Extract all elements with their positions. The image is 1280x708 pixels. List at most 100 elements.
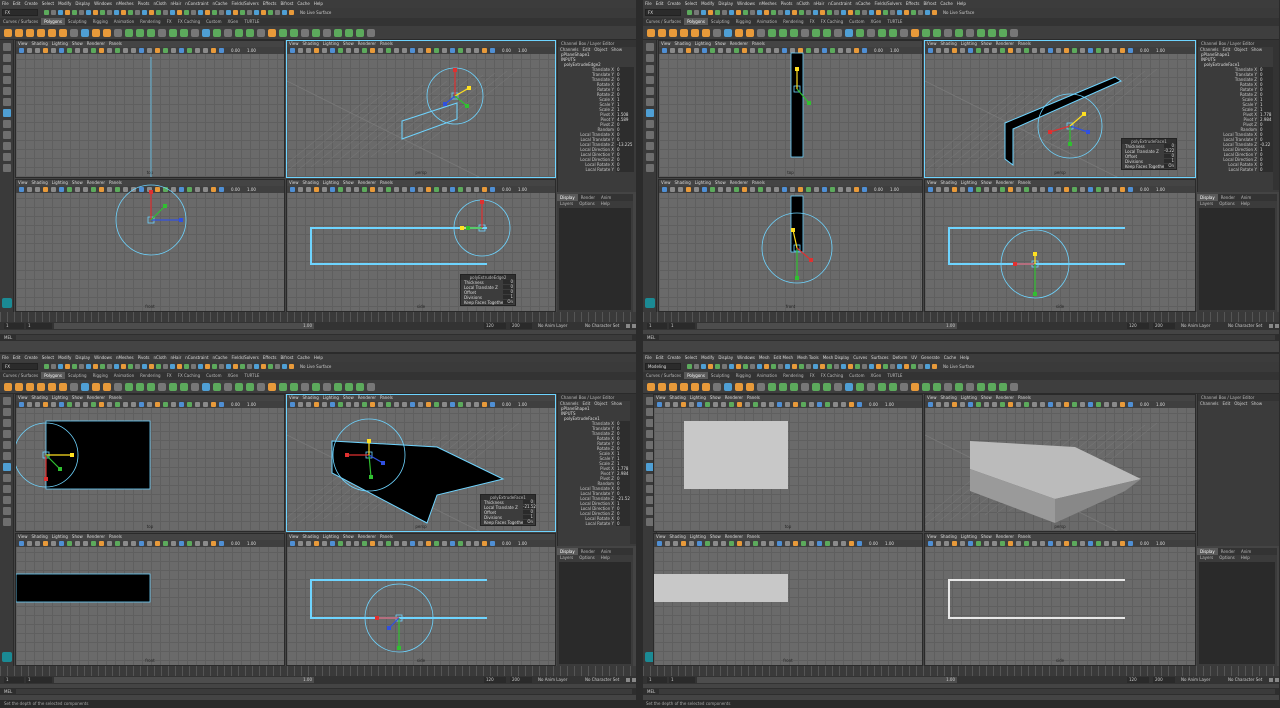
menu-item[interactable]: Modify: [56, 0, 73, 7]
menu-item[interactable]: nHair: [812, 0, 827, 7]
status-line-icon[interactable]: [799, 10, 804, 15]
tool-icon[interactable]: [645, 76, 654, 84]
time-slider[interactable]: [0, 312, 636, 322]
channel-box-menu-item[interactable]: Show: [609, 401, 624, 406]
status-line-icon[interactable]: [156, 364, 161, 369]
layer-tab[interactable]: Display: [1197, 194, 1218, 201]
tool-icon[interactable]: [645, 164, 654, 172]
status-line-icon[interactable]: [764, 364, 769, 369]
tool-icon[interactable]: [2, 496, 11, 504]
status-line-icon[interactable]: [219, 364, 224, 369]
layer-menu-item[interactable]: Options: [576, 555, 597, 561]
playback-button-icon[interactable]: [626, 678, 630, 682]
shelf-tool-icon[interactable]: [356, 383, 364, 391]
in-view-editor-value[interactable]: On: [503, 300, 513, 304]
menu-item[interactable]: Effects: [261, 354, 279, 361]
start-frame-field[interactable]: 1: [647, 323, 667, 329]
menu-item[interactable]: Fields/Solvers: [230, 354, 261, 361]
status-line-icon[interactable]: [722, 10, 727, 15]
channel-box-menu-item[interactable]: Show: [609, 47, 624, 52]
menu-item[interactable]: Edit Mesh: [772, 354, 796, 361]
viewport-top[interactable]: View Shading Lighting Show Renderer Panels 0.0…: [653, 394, 923, 532]
menu-item[interactable]: Create: [22, 354, 39, 361]
status-line-icon[interactable]: [848, 364, 853, 369]
status-line-icon[interactable]: [191, 10, 196, 15]
tool-icon[interactable]: [645, 54, 654, 62]
shelf-tool-icon[interactable]: [334, 383, 342, 391]
shelf-tool-icon[interactable]: [746, 383, 754, 391]
menu-item[interactable]: nCloth: [152, 0, 169, 7]
shelf-tool-icon[interactable]: [345, 383, 353, 391]
viewport-persp[interactable]: View Shading Lighting Show Renderer Panels 0.0…: [286, 40, 556, 178]
shelf-tool-icon[interactable]: [867, 383, 875, 391]
in-view-editor-value[interactable]: On: [523, 520, 533, 524]
shelf-tab[interactable]: Curves / Surfaces: [0, 18, 41, 25]
shelf-tool-icon[interactable]: [81, 29, 89, 37]
menu-item[interactable]: nCloth: [152, 354, 169, 361]
shelf-tool-icon[interactable]: [1010, 383, 1018, 391]
channel-box-menu-item[interactable]: Object: [1232, 401, 1249, 406]
range-start-field[interactable]: 1: [669, 323, 695, 329]
status-line-icon[interactable]: [743, 10, 748, 15]
shelf-tool-icon[interactable]: [323, 29, 331, 37]
menu-item[interactable]: Windows: [92, 354, 114, 361]
status-line-icon[interactable]: [827, 10, 832, 15]
shelf-tool-icon[interactable]: [702, 383, 710, 391]
viewport-front[interactable]: View Shading Lighting Show Renderer Panels 0.0…: [15, 179, 285, 312]
status-line-icon[interactable]: [268, 364, 273, 369]
shelf-tab[interactable]: Polygons: [41, 372, 65, 379]
status-line-icon[interactable]: [226, 364, 231, 369]
shelf-tool-icon[interactable]: [15, 383, 23, 391]
anim-layer-select[interactable]: No Anim Layer: [1181, 677, 1210, 683]
menu-item[interactable]: nConstraint: [183, 0, 210, 7]
status-line-icon[interactable]: [212, 10, 217, 15]
status-line-icon[interactable]: [142, 10, 147, 15]
shelf-tool-icon[interactable]: [680, 29, 688, 37]
shelf-tab[interactable]: Animation: [754, 18, 780, 25]
status-line-icon[interactable]: [890, 10, 895, 15]
status-line-icon[interactable]: [275, 10, 280, 15]
status-line-icon[interactable]: [771, 10, 776, 15]
status-line-icon[interactable]: [184, 10, 189, 15]
shelf-tool-icon[interactable]: [367, 383, 375, 391]
viewport-top[interactable]: View Shading Lighting Show Renderer Panels 0.0…: [15, 40, 285, 178]
shelf-tab[interactable]: Polygons: [684, 18, 708, 25]
layer-menu-item[interactable]: Layers: [1197, 555, 1216, 561]
status-line-icon[interactable]: [883, 10, 888, 15]
tool-icon[interactable]: [645, 142, 654, 150]
status-line-icon[interactable]: [799, 364, 804, 369]
status-line-icon[interactable]: [86, 364, 91, 369]
shelf-tool-icon[interactable]: [48, 383, 56, 391]
status-line-icon[interactable]: [785, 364, 790, 369]
menu-set-select[interactable]: FX: [645, 9, 681, 16]
shelf-tool-icon[interactable]: [856, 383, 864, 391]
shelf-tool-icon[interactable]: [812, 383, 820, 391]
status-line-icon[interactable]: [834, 10, 839, 15]
viewport-side[interactable]: View Shading Lighting Show Renderer Panels 0.0…: [286, 533, 556, 666]
layer-menu-item[interactable]: Options: [1216, 201, 1237, 207]
menu-item[interactable]: Cache: [295, 354, 311, 361]
menu-item[interactable]: nConstraint: [826, 0, 853, 7]
playback-button-icon[interactable]: [632, 678, 636, 682]
status-line-icon[interactable]: [904, 10, 909, 15]
shelf-tool-icon[interactable]: [702, 29, 710, 37]
shelf-tool-icon[interactable]: [878, 383, 886, 391]
menu-item[interactable]: nMeshes: [114, 354, 136, 361]
status-line-icon[interactable]: [135, 10, 140, 15]
range-start-field[interactable]: 1: [669, 677, 695, 683]
menu-item[interactable]: Select: [40, 354, 56, 361]
menu-item[interactable]: Surfaces: [869, 354, 890, 361]
tool-icon[interactable]: [2, 109, 11, 117]
max-frame-field[interactable]: 200: [1153, 323, 1175, 329]
menu-item[interactable]: Display: [73, 354, 92, 361]
shelf-tab[interactable]: XGen: [224, 372, 241, 379]
shelf-tool-icon[interactable]: [944, 383, 952, 391]
shelf-tab[interactable]: Animation: [111, 372, 137, 379]
menu-item[interactable]: File: [643, 354, 654, 361]
status-line-icon[interactable]: [757, 364, 762, 369]
menu-item[interactable]: Select: [683, 354, 699, 361]
menu-item[interactable]: Bifrost: [278, 354, 295, 361]
shelf-tool-icon[interactable]: [845, 29, 853, 37]
status-line-icon[interactable]: [897, 10, 902, 15]
viewport-side[interactable]: View Shading Lighting Show Renderer Panels 0.0…: [924, 179, 1196, 312]
